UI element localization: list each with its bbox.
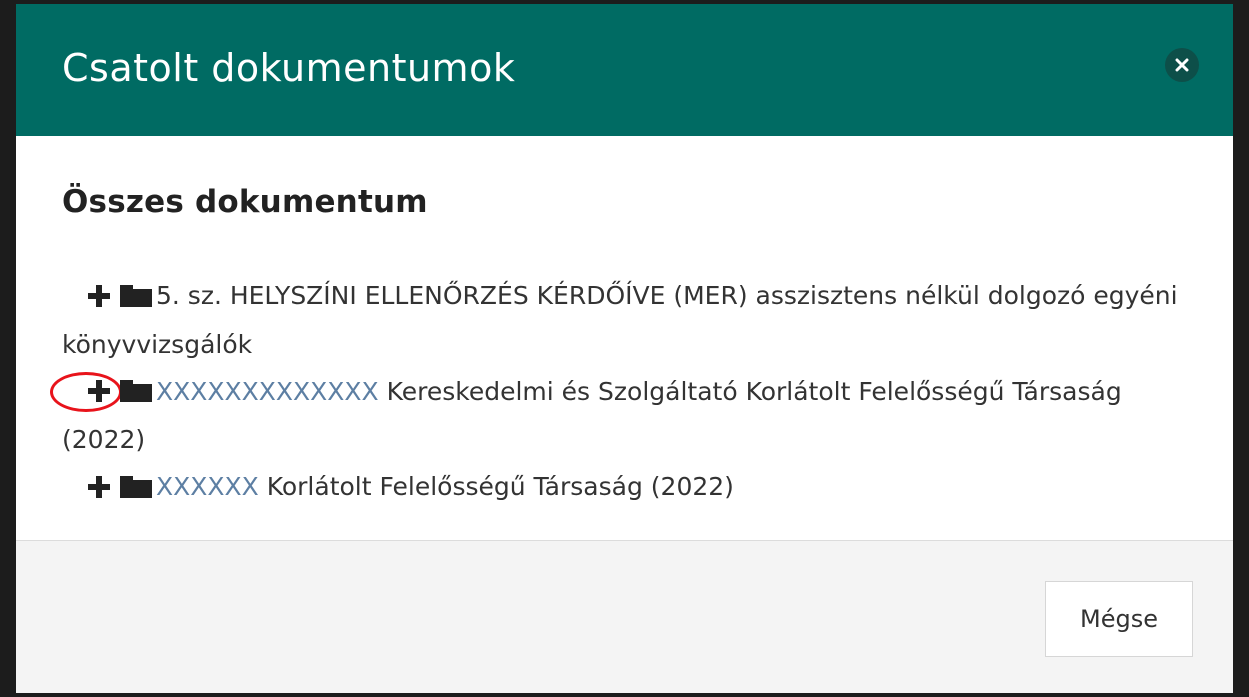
close-button[interactable] (1165, 48, 1199, 82)
modal-footer: Mégse (16, 540, 1233, 693)
tree-item-label[interactable]: Korlátolt Felelősségű Társaság (2022) (259, 472, 734, 501)
modal-body: Összes dokumentum 5. sz. HELYSZÍNI ELLEN… (16, 136, 1233, 540)
tree-controls (88, 465, 156, 512)
tree-item: 5. sz. HELYSZÍNI ELLENŐRZÉS KÉRDŐÍVE (ME… (62, 272, 1193, 368)
modal-title: Csatolt dokumentumok (62, 46, 516, 90)
tree-item-label[interactable]: 5. sz. HELYSZÍNI ELLENŐRZÉS KÉRDŐÍVE (ME… (62, 281, 1178, 359)
document-tree: 5. sz. HELYSZÍNI ELLENŐRZÉS KÉRDŐÍVE (ME… (50, 272, 1193, 512)
screenshot-frame: Csatolt dokumentumok Összes dokumentum 5… (0, 0, 1249, 697)
tree-item: XXXXXXXXXXXXX Kereskedelmi és Szolgáltat… (50, 368, 1193, 464)
section-title: Összes dokumentum (62, 184, 428, 220)
expand-plus-icon[interactable] (88, 475, 110, 498)
tree-controls (88, 274, 156, 321)
attached-documents-modal: Csatolt dokumentumok Összes dokumentum 5… (16, 4, 1233, 693)
modal-header: Csatolt dokumentumok (16, 4, 1233, 136)
expand-plus-icon[interactable] (88, 284, 110, 307)
folder-icon (120, 380, 152, 402)
cancel-button[interactable]: Mégse (1045, 581, 1193, 657)
tree-item: XXXXXX Korlátolt Felelősségű Társaság (2… (62, 463, 1193, 512)
close-icon (1175, 58, 1189, 72)
expand-plus-icon[interactable] (88, 380, 110, 402)
folder-icon (120, 284, 152, 307)
tree-item-link[interactable]: XXXXXXXXXXXXX (156, 377, 379, 406)
tree-item-link[interactable]: XXXXXX (156, 472, 259, 501)
folder-icon (120, 475, 152, 498)
tree-controls (88, 369, 156, 416)
